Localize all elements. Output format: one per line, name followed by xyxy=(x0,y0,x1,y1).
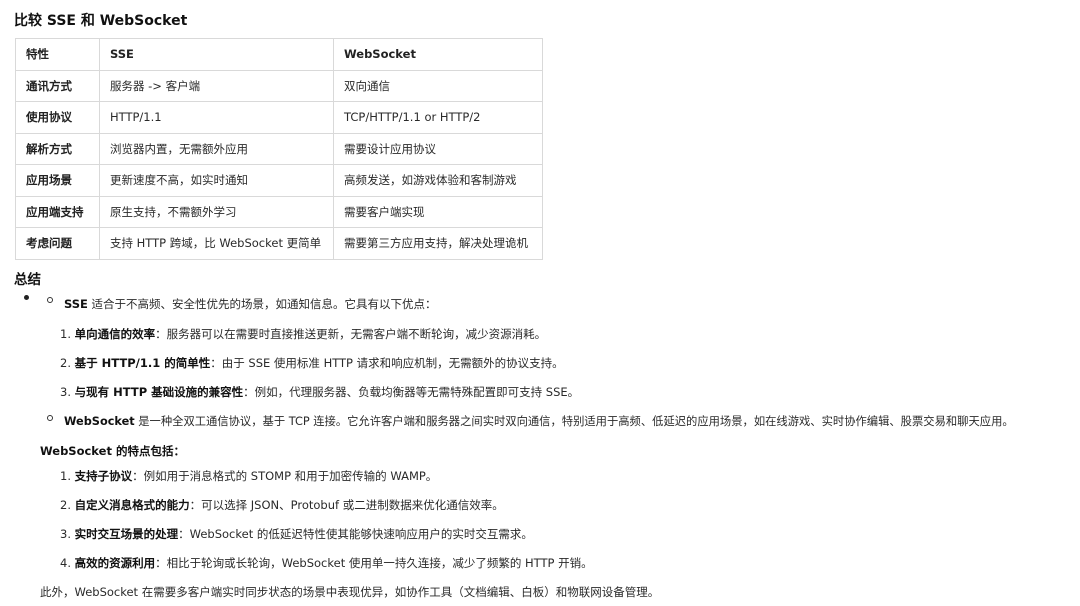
table-row: 考虑问题 支持 HTTP 跨域，比 WebSocket 更简单 需要第三方应用支… xyxy=(15,227,543,260)
item-text: ：例如用于消息格式的 STOMP 和用于加密传输的 WAMP。 xyxy=(132,469,438,483)
row-label: 使用协议 xyxy=(15,101,100,134)
websocket-cell: 需要设计应用协议 xyxy=(333,132,543,165)
table-row: 使用协议 HTTP/1.1 TCP/HTTP/1.1 or HTTP/2 xyxy=(15,101,543,134)
websocket-cell: 高频发送，如游戏体验和客制游戏 xyxy=(333,164,543,197)
item-text: ：相比于轮询或长轮询，WebSocket 使用单一持久连接，减少了频繁的 HTT… xyxy=(155,556,593,570)
bullet-disc xyxy=(24,295,29,300)
item-title: 高效的资源利用 xyxy=(74,556,156,570)
row-label: 通讯方式 xyxy=(15,69,100,102)
list-item: 2. 基于 HTTP/1.1 的简单性：由于 SSE 使用标准 HTTP 请求和… xyxy=(60,355,564,371)
closing-paragraph: 此外，WebSocket 在需要多客户端实时同步状态的场景中表现优异，如协作工具… xyxy=(40,585,660,599)
item-title: 基于 HTTP/1.1 的简单性 xyxy=(74,356,211,370)
list-item: 3. 实时交互场景的处理：WebSocket 的低延迟特性使其能够快速响应用户的… xyxy=(60,526,533,542)
table-row: 通讯方式 服务器 -> 客户端 双向通信 xyxy=(15,69,543,102)
comparison-table: 特性 SSE WebSocket 通讯方式 服务器 -> 客户端 双向通信 使用… xyxy=(15,38,543,260)
item-number: 1. xyxy=(60,327,75,341)
row-label: 考虑问题 xyxy=(15,227,100,260)
row-label: 解析方式 xyxy=(15,132,100,165)
item-number: 3. xyxy=(60,385,75,399)
item-text: ：由于 SSE 使用标准 HTTP 请求和响应机制，无需额外的协议支持。 xyxy=(210,356,564,370)
list-item: 2. 自定义消息格式的能力：可以选择 JSON、Protobuf 或二进制数据来… xyxy=(60,497,504,513)
sse-cell: 更新速度不高，如实时通知 xyxy=(99,164,334,197)
item-number: 2. xyxy=(60,356,75,370)
table-row: 解析方式 浏览器内置，无需额外应用 需要设计应用协议 xyxy=(15,132,543,165)
websocket-term: WebSocket xyxy=(64,415,135,428)
item-text: ：服务器可以在需要时直接推送更新，无需客户端不断轮询，减少资源消耗。 xyxy=(155,327,547,341)
websocket-cell: 双向通信 xyxy=(333,69,543,102)
header-sse: SSE xyxy=(99,38,334,71)
page-title: 比较 SSE 和 WebSocket xyxy=(14,13,188,29)
sse-desc: 适合于不高频、安全性优先的场景，如通知信息。它具有以下优点： xyxy=(87,297,437,311)
row-label: 应用端支持 xyxy=(15,195,100,228)
bullet-circle xyxy=(47,297,53,303)
table-row: 应用场景 更新速度不高，如实时通知 高频发送，如游戏体验和客制游戏 xyxy=(15,164,543,197)
item-text: ：WebSocket 的低延迟特性使其能够快速响应用户的实时交互需求。 xyxy=(178,527,533,541)
sse-cell: HTTP/1.1 xyxy=(99,101,334,134)
item-title: 实时交互场景的处理 xyxy=(74,527,179,541)
header-websocket: WebSocket xyxy=(333,38,543,71)
sse-cell: 原生支持，不需额外学习 xyxy=(99,195,334,228)
list-item: 4. 高效的资源利用：相比于轮询或长轮询，WebSocket 使用单一持久连接，… xyxy=(60,555,593,571)
list-item: 3. 与现有 HTTP 基础设施的兼容性：例如，代理服务器、负载均衡器等无需特殊… xyxy=(60,384,579,400)
item-number: 3. xyxy=(60,527,75,541)
item-text: ：可以选择 JSON、Protobuf 或二进制数据来优化通信效率。 xyxy=(189,498,504,512)
item-text: ：例如，代理服务器、负载均衡器等无需特殊配置即可支持 SSE。 xyxy=(243,385,580,399)
websocket-features-heading: WebSocket 的特点包括： xyxy=(40,444,185,458)
header-feature: 特性 xyxy=(15,38,100,71)
list-item: 1. 支持子协议：例如用于消息格式的 STOMP 和用于加密传输的 WAMP。 xyxy=(60,468,437,484)
websocket-cell: 需要客户端实现 xyxy=(333,195,543,228)
websocket-cell: 需要第三方应用支持，解决处理诡机 xyxy=(333,227,543,260)
item-number: 4. xyxy=(60,556,75,570)
table-row: 应用端支持 原生支持，不需额外学习 需要客户端实现 xyxy=(15,195,543,228)
websocket-cell: TCP/HTTP/1.1 or HTTP/2 xyxy=(333,101,543,134)
row-label: 应用场景 xyxy=(15,164,100,197)
sse-cell: 浏览器内置，无需额外应用 xyxy=(99,132,334,165)
bullet-circle xyxy=(47,415,53,421)
table-header-row: 特性 SSE WebSocket xyxy=(15,38,543,71)
item-title: 自定义消息格式的能力 xyxy=(74,498,190,512)
websocket-desc: 是一种全双工通信协议，基于 TCP 连接。它允许客户端和服务器之间实时双向通信，… xyxy=(134,415,1014,428)
sse-summary: SSE 适合于不高频、安全性优先的场景，如通知信息。它具有以下优点： xyxy=(64,296,437,312)
item-number: 1. xyxy=(60,469,75,483)
summary-heading: 总结 xyxy=(14,272,41,288)
item-title: 与现有 HTTP 基础设施的兼容性 xyxy=(74,385,244,399)
websocket-summary: WebSocket 是一种全双工通信协议，基于 TCP 连接。它允许客户端和服务… xyxy=(64,413,1014,429)
item-title: 单向通信的效率 xyxy=(74,327,156,341)
item-number: 2. xyxy=(60,498,75,512)
sse-cell: 服务器 -> 客户端 xyxy=(99,69,334,102)
item-title: 支持子协议 xyxy=(74,469,133,483)
list-item: 1. 单向通信的效率：服务器可以在需要时直接推送更新，无需客户端不断轮询，减少资… xyxy=(60,326,546,342)
sse-term: SSE xyxy=(64,297,88,311)
sse-cell: 支持 HTTP 跨域，比 WebSocket 更简单 xyxy=(99,227,334,260)
